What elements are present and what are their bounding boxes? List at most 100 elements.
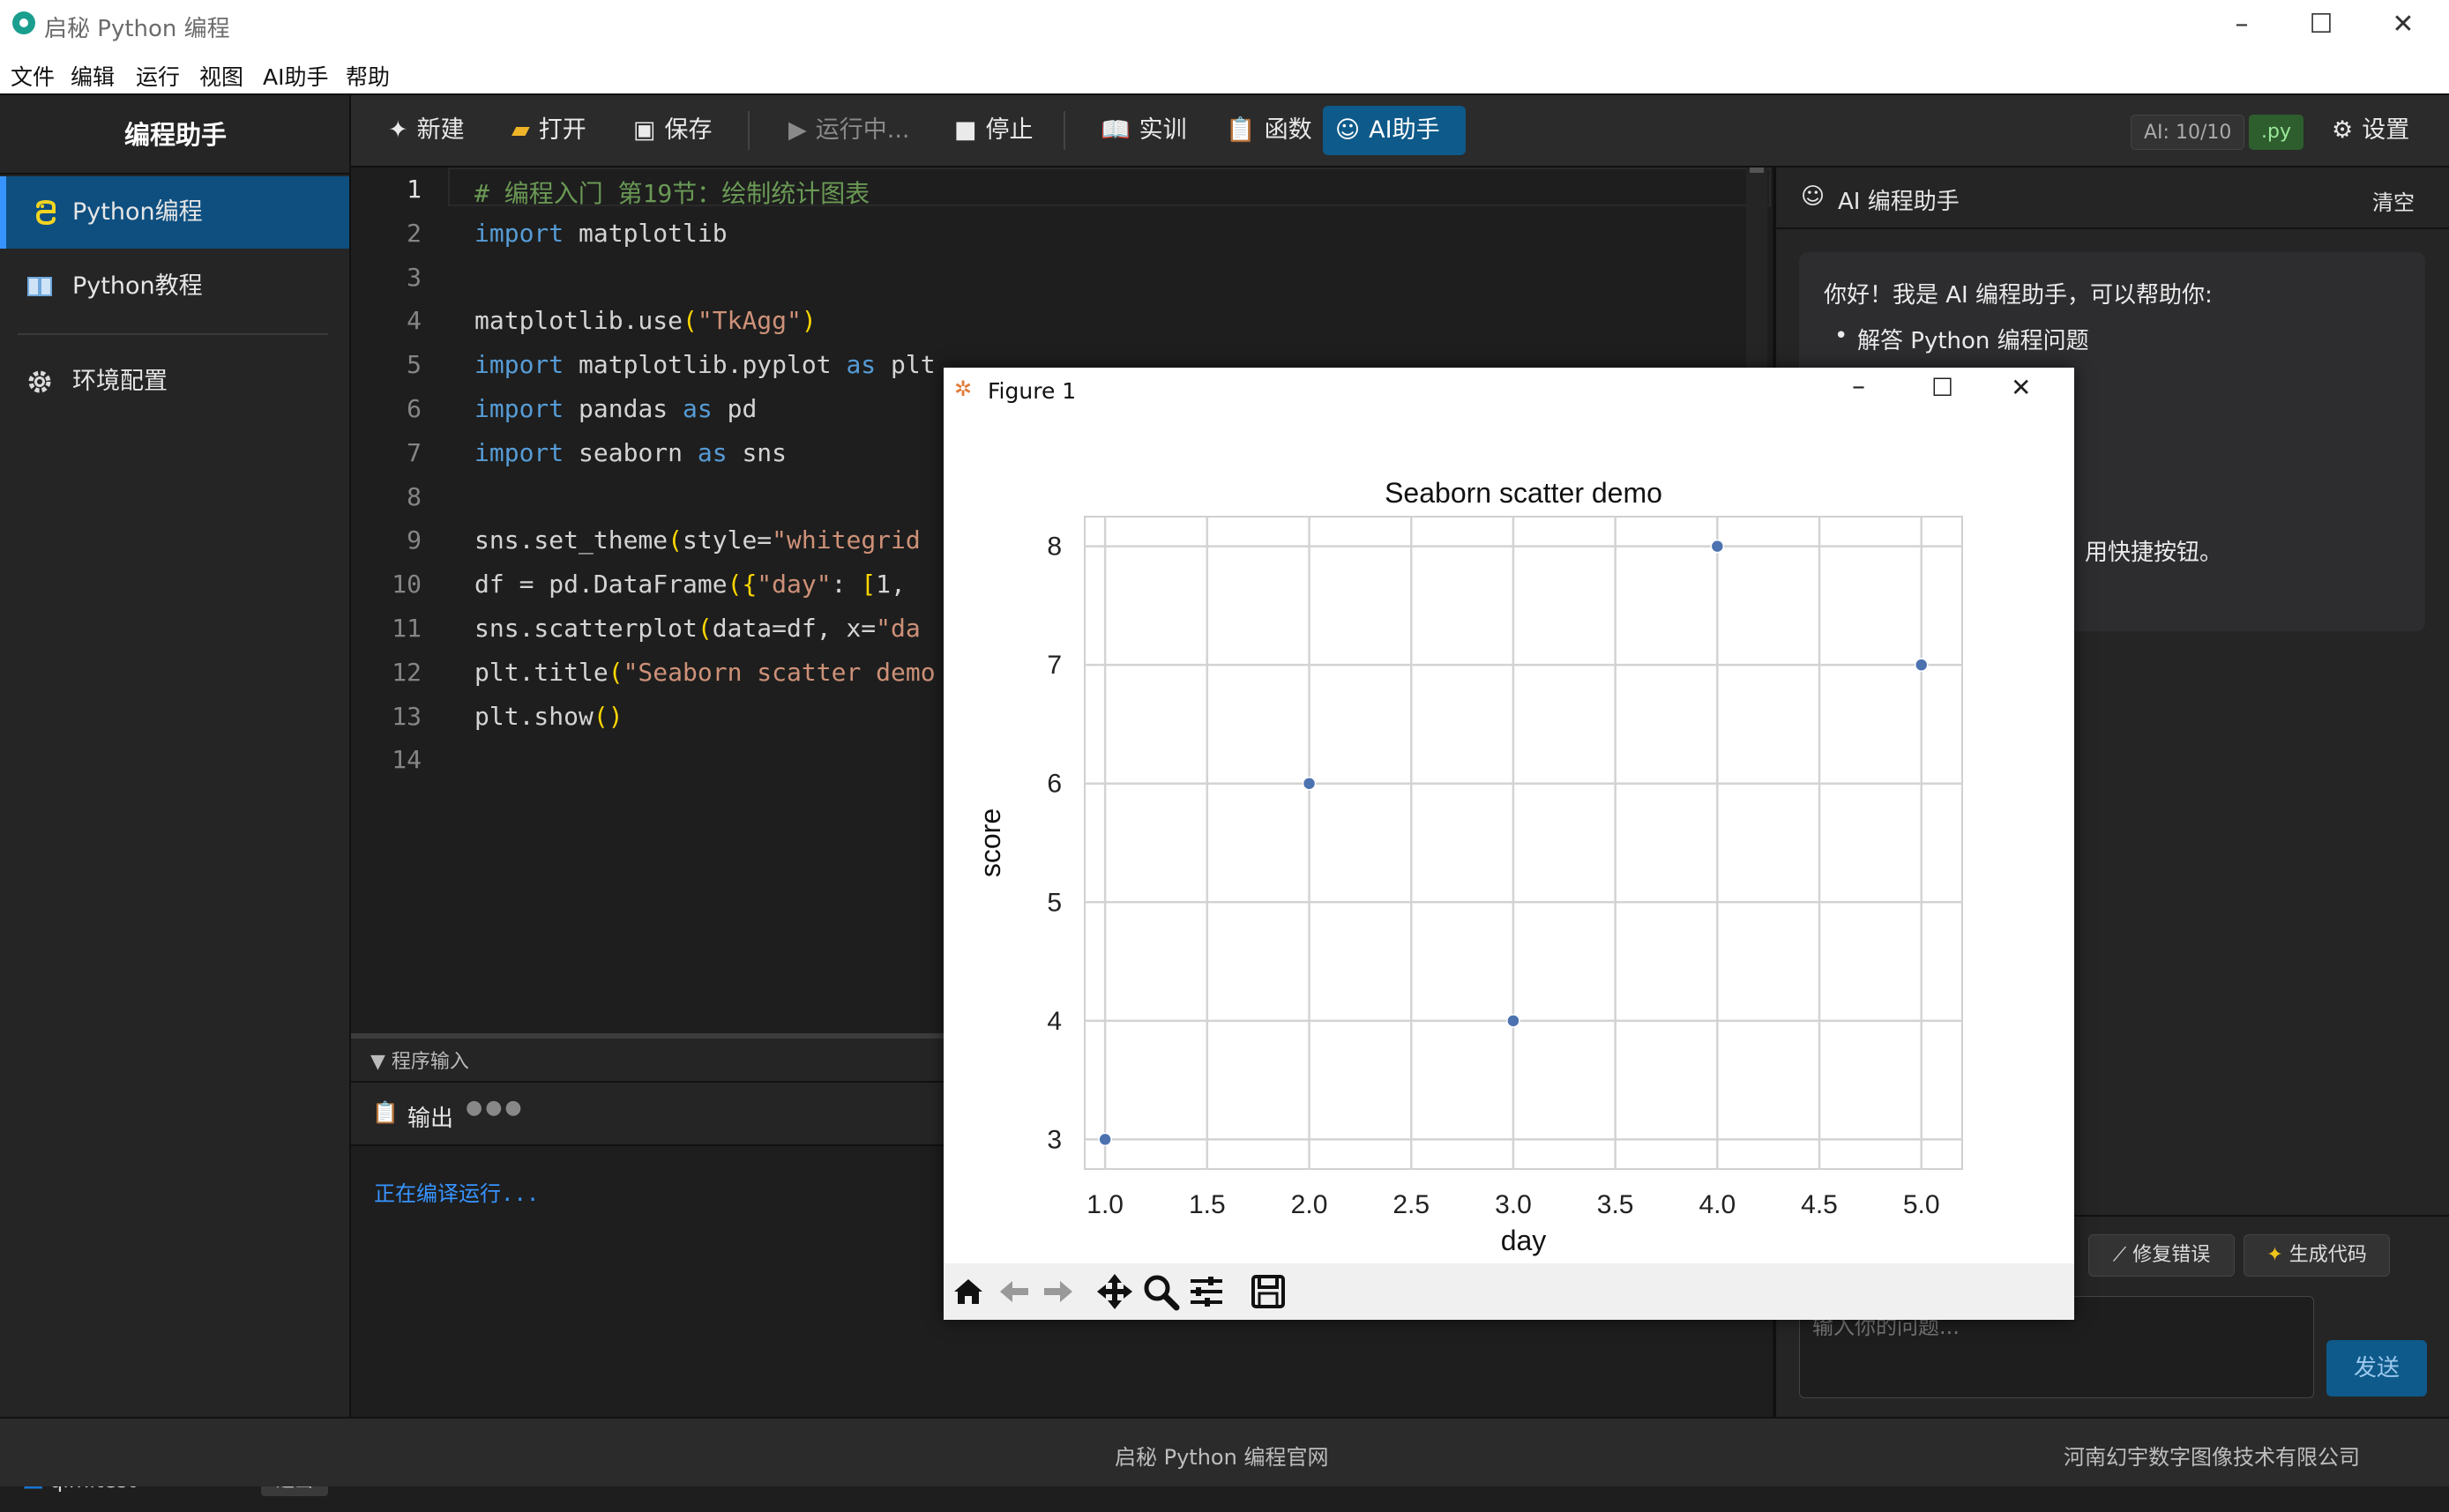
y-axis-label: score — [974, 808, 1006, 877]
close-icon[interactable]: ✕ — [2363, 0, 2443, 48]
program-input-label: ▼ 程序输入 — [370, 1051, 469, 1073]
run-button[interactable]: ▶ 运行中... — [776, 106, 922, 155]
configure-subplots-icon[interactable] — [1187, 1272, 1226, 1311]
x-axis-label: day — [1501, 1225, 1547, 1256]
code-line: sns.set_theme(style="whitegrid — [474, 525, 921, 555]
menu-bar: 文件 编辑 运行 视图 AI助手 帮助 — [0, 48, 2449, 95]
open-button[interactable]: ▰ 打开 — [499, 106, 599, 155]
toolbar-separator — [748, 111, 750, 150]
line-number: 2 — [407, 218, 422, 248]
stop-button-label: 停止 — [985, 116, 1034, 144]
stop-icon: ■ — [954, 116, 977, 144]
figure-title: Figure 1 — [988, 378, 1077, 404]
menu-edit[interactable]: 编辑 — [71, 60, 115, 92]
sidebar-item-python[interactable]: Python编程 — [0, 176, 349, 249]
line-number: 8 — [407, 481, 422, 511]
send-button[interactable]: 发送 — [2326, 1340, 2427, 1397]
save-figure-icon[interactable] — [1249, 1272, 1288, 1311]
sidebar-item-label: 环境配置 — [72, 368, 168, 395]
y-tick-label: 8 — [1047, 533, 1062, 562]
home-icon[interactable] — [949, 1272, 988, 1311]
gear-icon: ⚙ — [2332, 116, 2354, 144]
new-button-label: 新建 — [416, 116, 465, 144]
back-arrow-icon[interactable] — [995, 1272, 1034, 1311]
fix-errors-button[interactable]: ⟋ 修复错误 — [2088, 1234, 2235, 1277]
scatter-plot[interactable]: 1.0 1.5 2.0 2.5 3.0 3.5 4.0 4.5 5.0 3 4 5 6 7 8 Seaborn… — [944, 415, 2074, 1263]
sidebar-item-env[interactable]: 环境配置 — [0, 346, 349, 418]
app-logo-icon — [12, 11, 35, 34]
practice-button[interactable]: 📖 实训 — [1088, 106, 1199, 155]
book-icon — [27, 277, 52, 296]
toolbar-separator — [1064, 111, 1065, 150]
code-line: matplotlib.use("TkAgg") — [474, 306, 817, 336]
functions-button-label: 函数 — [1264, 116, 1312, 144]
x-tick-label: 3.0 — [1495, 1190, 1532, 1219]
greeting-text: 你好！我是 AI 编程助手，可以帮助你: — [1824, 282, 2213, 309]
line-number: 13 — [392, 701, 422, 731]
line-number: 1 — [407, 175, 422, 204]
stop-button[interactable]: ■ 停止 — [942, 106, 1046, 155]
fix-icon: ⟋ — [2112, 1244, 2133, 1266]
folder-icon: ▰ — [511, 116, 530, 144]
menu-view[interactable]: 视图 — [199, 60, 243, 92]
footer-site-link[interactable]: 启秘 Python 编程官网 — [1115, 1440, 1328, 1471]
plot-area — [1084, 516, 1963, 1170]
menu-run[interactable]: 运行 — [136, 60, 180, 92]
code-line: import seaborn as sns — [474, 437, 788, 467]
maximize-icon[interactable]: ☐ — [2281, 0, 2361, 48]
x-tick-label: 2.5 — [1392, 1190, 1430, 1219]
bullet-dot: • — [1834, 323, 1848, 349]
settings-button[interactable]: ⚙ 设置 — [2319, 106, 2422, 155]
line-number: 14 — [392, 745, 422, 775]
practice-button-label: 实训 — [1139, 116, 1187, 144]
scatter-point — [1098, 1132, 1112, 1147]
ai-assistant-button-label: AI助手 — [1369, 116, 1440, 144]
functions-button[interactable]: 📋 函数 — [1213, 106, 1325, 155]
zoom-icon[interactable] — [1141, 1272, 1180, 1311]
footer: 启秘 Python 编程官网 河南幻宇数字图像技术有限公司 — [0, 1417, 2449, 1486]
clear-button[interactable]: 清空 — [2372, 185, 2415, 216]
footer-company: 河南幻宇数字图像技术有限公司 — [2064, 1445, 2360, 1470]
line-number: 11 — [392, 614, 422, 643]
settings-button-label: 设置 — [2362, 116, 2410, 144]
open-button-label: 打开 — [538, 116, 586, 144]
sparkle-icon: ✦ — [388, 116, 408, 144]
y-tick-label: 3 — [1047, 1125, 1062, 1154]
window-title: 启秘 Python 编程 — [44, 16, 230, 42]
minimize-icon[interactable]: – — [2202, 0, 2281, 48]
save-button[interactable]: ▣ 保存 — [621, 106, 725, 155]
x-tick-label: 1.5 — [1189, 1190, 1226, 1219]
menu-file[interactable]: 文件 — [11, 60, 55, 92]
x-tick-label: 2.0 — [1291, 1190, 1328, 1219]
ai-quota-badge: AI: 10/10 — [2131, 115, 2245, 150]
generate-code-button[interactable]: ✦ 生成代码 — [2244, 1234, 2390, 1277]
fix-errors-label: 修复错误 — [2132, 1244, 2211, 1266]
menu-ai[interactable]: AI助手 — [263, 60, 328, 92]
code-line: import matplotlib.pyplot as plt — [474, 350, 936, 380]
line-number: 9 — [407, 525, 422, 555]
figure-maximize-icon[interactable]: ☐ — [1931, 373, 1953, 402]
figure-close-icon[interactable]: ✕ — [2011, 373, 2031, 402]
new-button[interactable]: ✦ 新建 — [376, 106, 477, 155]
scatter-point — [1506, 1014, 1520, 1028]
figure-minimize-icon[interactable]: – — [1852, 371, 1865, 402]
line-number: 6 — [407, 394, 422, 423]
file-ext-badge: .py — [2249, 115, 2303, 150]
code-line: # 编程入门 第19节：绘制统计图表 — [474, 179, 870, 208]
sparkle-icon: ✦ — [2266, 1244, 2289, 1266]
scroll-thumb[interactable] — [1750, 168, 1764, 173]
menu-help[interactable]: 帮助 — [346, 60, 390, 92]
x-tick-label: 5.0 — [1903, 1190, 1940, 1219]
forward-arrow-icon[interactable] — [1039, 1272, 1078, 1311]
chart-title: Seaborn scatter demo — [1385, 477, 1662, 509]
x-tick-label: 3.5 — [1597, 1190, 1634, 1219]
ai-assistant-button[interactable]: ☺ AI助手 — [1323, 106, 1466, 155]
code-line: df = pd.DataFrame({"day": [1, — [474, 570, 921, 600]
robot-icon: ☺ — [1801, 183, 1826, 210]
clipboard-icon: 📋 — [372, 1100, 399, 1125]
pan-move-icon[interactable] — [1095, 1272, 1134, 1311]
output-title: 输出 — [407, 1106, 454, 1132]
line-number: 3 — [407, 262, 422, 292]
sidebar-item-tutorial[interactable]: Python教程 — [0, 250, 349, 323]
figure-title-bar: ✲ Figure 1 – ☐ ✕ — [944, 368, 2074, 415]
